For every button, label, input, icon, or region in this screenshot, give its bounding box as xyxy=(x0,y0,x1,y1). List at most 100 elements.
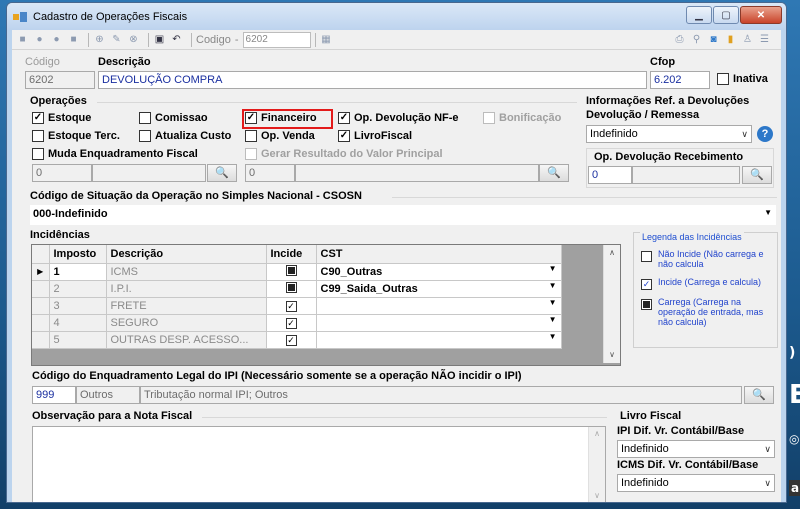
row-selector[interactable] xyxy=(32,280,50,298)
observacao-textarea[interactable]: ∧ ∨ xyxy=(32,426,606,502)
enquadramento-group[interactable]: Outros xyxy=(76,386,140,404)
help-icon[interactable]: ? xyxy=(757,126,773,142)
cst-cell[interactable]: ▼ xyxy=(316,297,562,315)
row-selector[interactable] xyxy=(32,331,50,349)
refresh-icon[interactable]: ◙ xyxy=(707,33,720,46)
delete-icon[interactable]: ⊗ xyxy=(127,33,140,46)
table-row[interactable]: 2 I.P.I. C99_Saida_Outras ▼ xyxy=(32,280,562,298)
grid-icon[interactable]: ▦ xyxy=(320,33,333,46)
add-icon[interactable]: ⊕ xyxy=(93,33,106,46)
ipi-dif-select[interactable]: Indefinido ∨ xyxy=(617,440,775,458)
incide-cell[interactable]: ✓ xyxy=(266,331,317,349)
row-selector[interactable] xyxy=(32,314,50,332)
atualiza-custo-checkbox[interactable]: Atualiza Custo xyxy=(139,130,231,142)
gerar-resultado-code[interactable]: 0 xyxy=(245,164,295,182)
csosn-select[interactable]: 000-Indefinido ▼ xyxy=(30,205,776,225)
enquadramento-lookup-button[interactable]: 🔍 xyxy=(744,386,774,404)
muda-enquadramento-code[interactable]: 0 xyxy=(32,164,92,182)
next-record-icon[interactable]: ● xyxy=(50,33,63,46)
estoque-terc-checkbox[interactable]: Estoque Terc. xyxy=(32,130,120,142)
table-row[interactable]: 3 FRETE ✓ ▼ xyxy=(32,297,562,315)
user-icon[interactable]: ♙ xyxy=(741,33,754,46)
search-icon[interactable]: ⚲ xyxy=(690,33,703,46)
scroll-down-icon[interactable]: ∨ xyxy=(589,491,605,500)
cst-cell[interactable]: ▼ xyxy=(316,331,562,349)
incide-check-icon[interactable]: ✓ xyxy=(285,334,297,346)
table-row[interactable]: ▶ 1 ICMS C90_Outras ▼ xyxy=(32,263,562,281)
op-devolucao-nfe-checkbox[interactable]: ✓ Op. Devolução NF-e xyxy=(338,112,459,124)
maximize-button[interactable]: ▢ xyxy=(713,6,739,24)
col-incide[interactable]: Incide xyxy=(266,245,317,264)
toolbar-codigo-input[interactable]: 6202 xyxy=(242,31,311,48)
descricao-cell[interactable]: FRETE xyxy=(106,297,267,315)
row-selector[interactable] xyxy=(32,297,50,315)
scroll-up-icon[interactable]: ∧ xyxy=(604,245,620,261)
imposto-cell[interactable]: 2 xyxy=(49,280,107,298)
icms-dif-select[interactable]: Indefinido ∨ xyxy=(617,474,775,492)
close-button[interactable]: ✕ xyxy=(740,6,782,24)
scroll-down-icon[interactable]: ∨ xyxy=(604,347,620,363)
muda-enquadramento-desc[interactable] xyxy=(92,164,206,182)
enquadramento-code[interactable]: 999 xyxy=(32,386,76,404)
bonificacao-checkbox[interactable]: Bonificação xyxy=(483,112,561,124)
muda-enquadramento-checkbox[interactable]: Muda Enquadramento Fiscal xyxy=(32,148,198,160)
op-venda-checkbox[interactable]: Op. Venda xyxy=(245,130,315,142)
cfop-field[interactable]: 6.202 xyxy=(650,71,710,89)
descricao-field[interactable]: DEVOLUÇÃO COMPRA xyxy=(98,71,647,89)
cst-cell[interactable]: C99_Saida_Outras ▼ xyxy=(316,280,562,298)
minimize-button[interactable]: ▁ xyxy=(686,6,712,24)
scroll-up-icon[interactable]: ∧ xyxy=(589,429,605,438)
cst-cell[interactable]: C90_Outras ▼ xyxy=(316,263,562,281)
gerar-resultado-lookup-button[interactable]: 🔍 xyxy=(539,164,569,182)
inativa-checkbox[interactable]: Inativa xyxy=(717,73,768,85)
op-recebimento-lookup-button[interactable]: 🔍 xyxy=(742,166,772,184)
carrega-check-icon[interactable] xyxy=(285,281,297,293)
muda-enquadramento-lookup-button[interactable]: 🔍 xyxy=(207,164,237,182)
print-icon[interactable]: ⎙ xyxy=(673,33,686,46)
dropdown-arrow-icon: ▼ xyxy=(548,280,557,290)
list-icon[interactable]: ☰ xyxy=(758,33,771,46)
edit-icon[interactable]: ✎ xyxy=(110,33,123,46)
gerar-resultado-checkbox[interactable]: Gerar Resultado do Valor Principal xyxy=(245,148,443,160)
incide-cell[interactable]: ✓ xyxy=(266,297,317,315)
table-row[interactable]: 5 OUTRAS DESP. ACESSO... ✓ ▼ xyxy=(32,331,562,349)
incide-cell[interactable] xyxy=(266,263,317,281)
descricao-cell[interactable]: I.P.I. xyxy=(106,280,267,298)
incide-check-icon[interactable]: ✓ xyxy=(285,317,297,329)
gerar-resultado-desc[interactable] xyxy=(295,164,539,182)
op-recebimento-code[interactable]: 0 xyxy=(588,166,632,184)
incide-cell[interactable]: ✓ xyxy=(266,314,317,332)
imposto-cell[interactable]: 5 xyxy=(49,331,107,349)
cst-cell[interactable]: ▼ xyxy=(316,314,562,332)
codigo-field[interactable]: 6202 xyxy=(25,71,95,89)
imposto-cell[interactable]: 1 xyxy=(49,263,107,281)
filter-icon[interactable]: ▮ xyxy=(724,33,737,46)
op-recebimento-desc[interactable] xyxy=(632,166,740,184)
first-record-icon[interactable]: ■ xyxy=(16,33,29,46)
imposto-cell[interactable]: 4 xyxy=(49,314,107,332)
last-record-icon[interactable]: ■ xyxy=(67,33,80,46)
observacao-scrollbar[interactable]: ∧ ∨ xyxy=(588,427,605,502)
descricao-cell[interactable]: ICMS xyxy=(106,263,267,281)
undo-icon[interactable]: ↶ xyxy=(170,33,183,46)
table-row[interactable]: 4 SEGURO ✓ ▼ xyxy=(32,314,562,332)
enquadramento-desc[interactable]: Tributação normal IPI; Outros xyxy=(140,386,742,404)
save-icon[interactable]: ▣ xyxy=(153,33,166,46)
descricao-cell[interactable]: SEGURO xyxy=(106,314,267,332)
imposto-cell[interactable]: 3 xyxy=(49,297,107,315)
col-imposto[interactable]: Imposto xyxy=(49,245,107,264)
col-cst[interactable]: CST xyxy=(316,245,562,264)
prev-record-icon[interactable]: ● xyxy=(33,33,46,46)
descricao-cell[interactable]: OUTRAS DESP. ACESSO... xyxy=(106,331,267,349)
carrega-check-icon[interactable] xyxy=(285,264,297,276)
estoque-checkbox[interactable]: ✓ Estoque xyxy=(32,112,91,124)
col-descricao[interactable]: Descrição xyxy=(106,245,267,264)
livro-fiscal-checkbox[interactable]: ✓ LivroFiscal xyxy=(338,130,412,142)
devolucao-remessa-select[interactable]: Indefinido ∨ xyxy=(586,125,752,143)
incide-check-icon[interactable]: ✓ xyxy=(285,300,297,312)
title-bar[interactable]: Cadastro de Operações Fiscais ▁ ▢ ✕ xyxy=(7,3,786,30)
grid-scrollbar[interactable]: ∧ ∨ xyxy=(603,245,620,363)
incide-cell[interactable] xyxy=(266,280,317,298)
comissao-checkbox[interactable]: Comissao xyxy=(139,112,208,124)
row-selector-icon[interactable]: ▶ xyxy=(32,263,50,281)
